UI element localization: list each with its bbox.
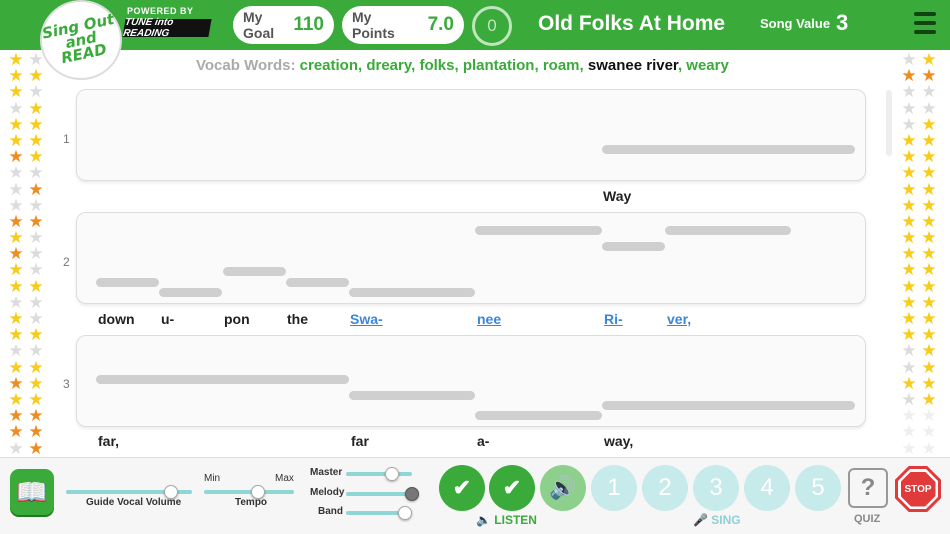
melody-staff-row-3	[76, 335, 866, 427]
lyric-syllable: far	[351, 433, 369, 449]
band-label: Band	[318, 506, 343, 517]
star-icon: ★	[28, 438, 44, 458]
quiz-button[interactable]: ?	[848, 468, 888, 508]
tune-into-reading-logo: TUNE into READING	[122, 17, 212, 39]
guide-vocal-volume-label: Guide Vocal Volume	[86, 497, 182, 508]
vocab-word[interactable]: swanee river	[588, 57, 678, 74]
my-points-pill: My Points 7.0	[342, 6, 464, 44]
melody-knob[interactable]	[405, 487, 419, 501]
master-label: Master	[310, 467, 343, 478]
melody-label: Melody	[310, 487, 345, 498]
book-icon[interactable]: 📖	[10, 469, 54, 515]
lyric-syllable: Way	[603, 188, 632, 204]
listen-check-button-1[interactable]: ✔	[439, 465, 485, 511]
sing-button-2[interactable]: 2	[642, 465, 688, 511]
tempo-label: Tempo	[235, 497, 268, 508]
my-points-label: My Points	[352, 9, 395, 41]
quiz-label: QUIZ	[854, 513, 881, 525]
my-points-value: 7.0	[427, 14, 454, 35]
melody-note-bar	[602, 145, 855, 154]
right-star-column: ★ ★ ★ ★ ★ ★ ★ ★ ★ ★ ★ ★ ★ ★ ★ ★ ★ ★ ★ ★ ★ ★ ★ ★ ★ ★ ★ ★ ★ ★ ★ ★ ★ ★ ★ ★ ★ ★ ★ ★…	[899, 51, 941, 458]
melody-staff-row-1	[76, 89, 866, 181]
checkmark-icon: ✔	[452, 475, 472, 500]
lyrics-scrollbar[interactable]	[886, 90, 892, 156]
lyric-syllable: pon	[224, 311, 250, 327]
sing-button-4[interactable]: 4	[744, 465, 790, 511]
sing-button-3[interactable]: 3	[693, 465, 739, 511]
listen-speaker-button[interactable]: 🔊	[540, 465, 586, 511]
melody-note-bar	[286, 278, 349, 287]
my-goal-pill: My Goal 110	[233, 6, 334, 44]
vocab-word[interactable]: weary	[686, 57, 729, 74]
speaker-icon: 🔊	[549, 475, 577, 500]
tempo-max-label: Max	[275, 473, 294, 484]
listen-check-button-2[interactable]: ✔	[489, 465, 535, 511]
my-goal-label: My Goal	[243, 9, 275, 41]
vocab-label: Vocab Words:	[196, 57, 296, 74]
left-star-column: ★ ★ ★ ★ ★ ★ ★ ★ ★ ★ ★ ★ ★ ★ ★ ★ ★ ★ ★ ★ ★ ★ ★ ★ ★ ★ ★ ★ ★ ★ ★ ★ ★ ★ ★ ★ ★ ★ ★ ★…	[6, 51, 48, 458]
melody-note-bar	[475, 226, 602, 235]
logo-text: Sing Out and READ	[40, 9, 116, 68]
microphone-icon: 🎤	[693, 513, 708, 527]
lyric-syllable: the	[287, 311, 308, 327]
powered-by-label: POWERED BY	[127, 6, 194, 16]
speaker-icon: 🔈	[476, 513, 491, 527]
sing-button-5[interactable]: 5	[795, 465, 841, 511]
lyric-syllable: a-	[477, 433, 490, 449]
my-goal-value: 110	[293, 14, 324, 35]
lyric-syllable: way,	[604, 433, 634, 449]
vocab-lyric-link[interactable]: Swa-	[350, 311, 383, 327]
melody-note-bar	[602, 242, 665, 251]
vocab-lyric-link[interactable]: ver,	[667, 311, 691, 327]
listen-label: 🔈 LISTEN	[476, 513, 537, 527]
vocab-words-line: Vocab Words: creation, dreary, folks, pl…	[196, 57, 729, 74]
melody-note-bar	[96, 375, 349, 384]
vocab-word[interactable]: plantation	[463, 57, 535, 74]
vocab-word[interactable]: dreary	[366, 57, 411, 74]
row-number: 3	[63, 377, 70, 391]
row-number: 1	[63, 132, 70, 146]
sing-label: 🎤 SING	[693, 513, 741, 527]
master-slider[interactable]	[346, 472, 412, 476]
melody-note-bar	[602, 401, 855, 410]
melody-note-bar	[665, 226, 791, 235]
star-icon: ★	[921, 438, 937, 458]
hamburger-menu-icon[interactable]	[914, 12, 936, 36]
vocab-lyric-link[interactable]: Ri-	[604, 311, 623, 327]
stop-label: STOP	[900, 471, 936, 507]
checkmark-icon: ✔	[502, 475, 522, 500]
melody-note-bar	[96, 278, 159, 287]
progress-counter: 0	[472, 6, 512, 46]
lyric-syllable: far,	[98, 433, 120, 449]
melody-slider[interactable]	[346, 492, 412, 496]
melody-note-bar	[349, 391, 475, 400]
star-icon: ★	[901, 438, 917, 458]
tempo-min-label: Min	[204, 473, 221, 484]
star-icon: ★	[8, 438, 24, 458]
vocab-word[interactable]: creation	[300, 57, 358, 74]
vocab-word[interactable]: roam	[543, 57, 580, 74]
stop-button[interactable]: STOP	[895, 466, 941, 512]
tempo-slider[interactable]	[204, 490, 294, 494]
lyric-syllable: down	[98, 311, 135, 327]
song-value-label: Song Value	[760, 16, 831, 31]
sing-button-1[interactable]: 1	[591, 465, 637, 511]
song-value-number: 3	[836, 10, 849, 35]
melody-note-bar	[159, 288, 222, 297]
melody-note-bar	[475, 411, 602, 420]
melody-note-bar	[223, 267, 286, 276]
melody-note-bar	[349, 288, 475, 297]
vocab-word[interactable]: folks	[419, 57, 454, 74]
vocab-lyric-link[interactable]: nee	[477, 311, 501, 327]
sing-out-and-read-logo[interactable]: Sing Out and READ	[40, 0, 122, 80]
melody-staff-row-2	[76, 212, 866, 304]
song-title: Old Folks At Home	[538, 12, 726, 35]
vocab-word-list: creation, dreary, folks, plantation, roa…	[299, 57, 729, 74]
lyric-syllable: u-	[161, 311, 175, 327]
row-number: 2	[63, 255, 70, 269]
